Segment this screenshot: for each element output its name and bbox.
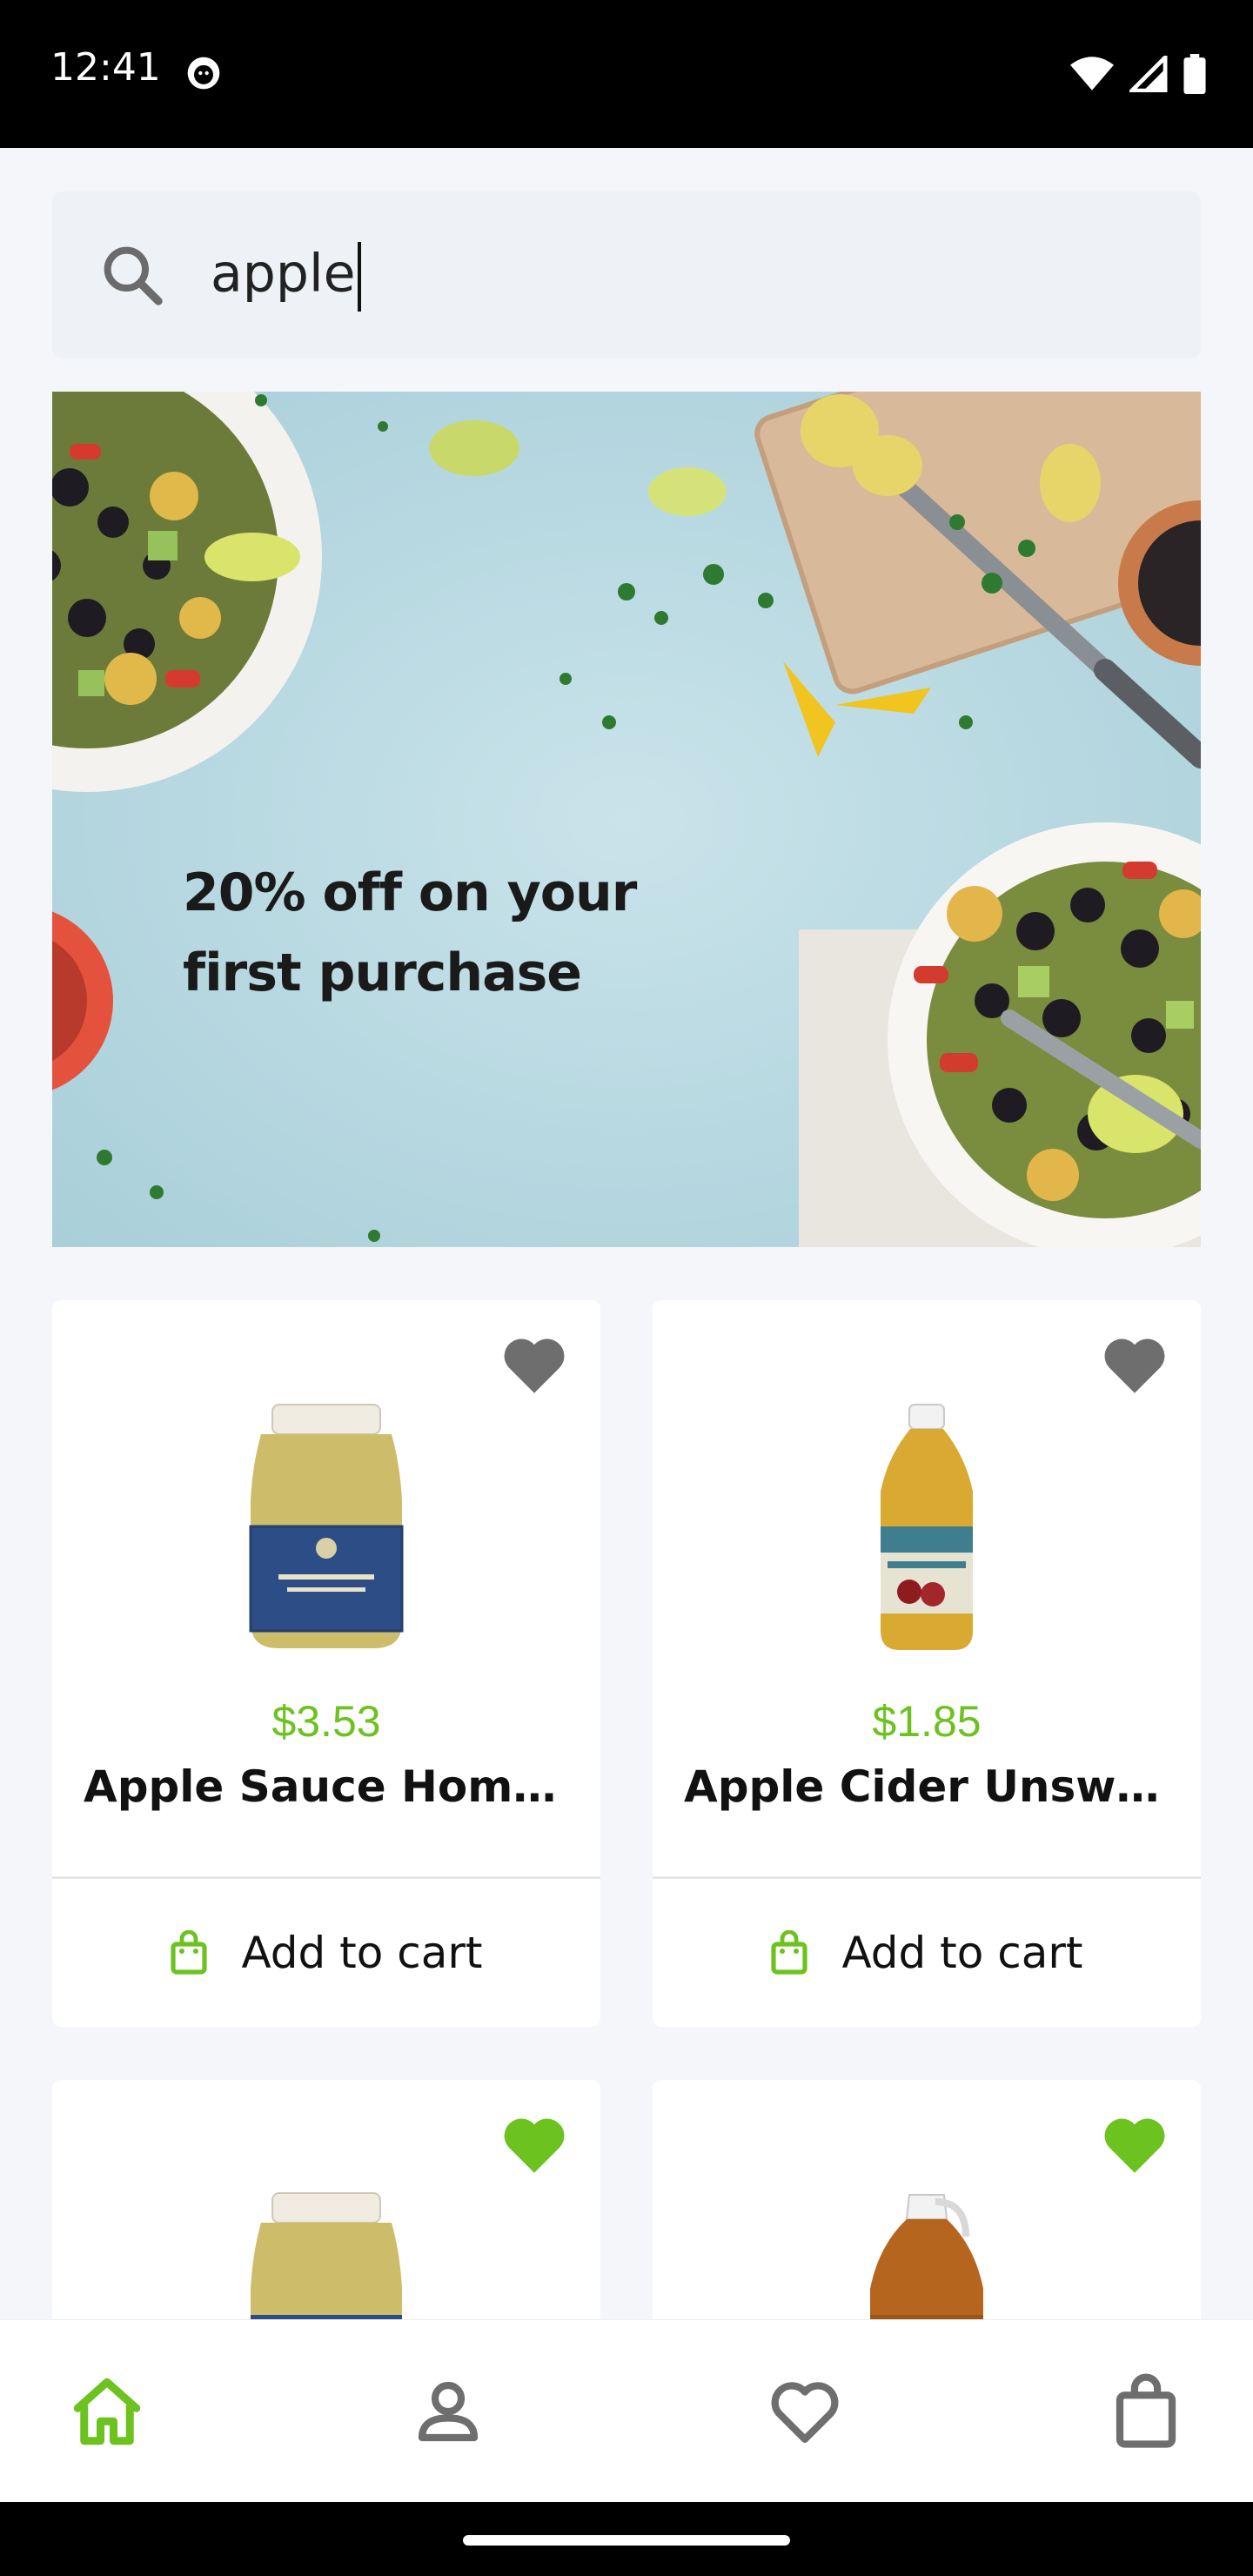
home-icon[interactable] xyxy=(68,2372,146,2451)
battery-icon xyxy=(1183,54,1206,94)
add-to-cart-button[interactable]: Add to cart xyxy=(52,1879,600,2027)
app-notification-icon xyxy=(187,57,220,90)
product-name[interactable]: Apple Cider Unsweet… xyxy=(684,1761,1169,1812)
banner-line-1: 20% off on your xyxy=(183,862,637,923)
signal-icon xyxy=(1129,56,1168,92)
bottom-navigation xyxy=(0,2319,1253,2503)
product-price: $1.85 xyxy=(872,1697,982,1746)
favorite-heart-icon[interactable] xyxy=(1100,2113,1169,2176)
add-to-cart-button[interactable]: Add to cart xyxy=(653,1879,1201,2027)
product-image xyxy=(881,1404,973,1650)
text-caret xyxy=(357,242,361,312)
shopping-bag-icon[interactable] xyxy=(1107,2372,1185,2451)
add-to-cart-label: Add to cart xyxy=(841,1928,1083,1978)
system-gesture-bar xyxy=(0,2502,1253,2576)
shopping-bag-icon xyxy=(771,1930,808,1975)
product-price: $3.53 xyxy=(271,1697,381,1746)
banner-line-2: first purchase xyxy=(183,943,582,1003)
status-time: 12:41 xyxy=(50,45,161,90)
search-icon xyxy=(104,246,163,305)
wifi-icon xyxy=(1070,57,1114,91)
product-name[interactable]: Apple Sauce Homest… xyxy=(84,1761,569,1812)
product-card[interactable]: $1.85 Apple Cider Unsweet… Add to cart xyxy=(653,1300,1201,2027)
home-gesture-handle[interactable] xyxy=(463,2535,790,2546)
favorite-heart-icon[interactable] xyxy=(499,2113,569,2176)
add-to-cart-label: Add to cart xyxy=(241,1928,483,1978)
banner-headline: 20% off on your first purchase xyxy=(183,853,637,1013)
search-input[interactable]: apple xyxy=(211,242,361,312)
product-card[interactable]: $3.53 Apple Sauce Homest… Add to cart xyxy=(52,1300,600,2027)
status-bar: 12:41 xyxy=(0,0,1253,148)
heart-icon[interactable] xyxy=(766,2372,844,2451)
banner-food-image xyxy=(52,392,1201,1247)
product-image xyxy=(249,1404,404,1648)
search-input-value: apple xyxy=(211,243,356,305)
profile-icon[interactable] xyxy=(409,2372,487,2451)
promo-banner[interactable]: 20% off on your first purchase xyxy=(52,392,1201,1247)
favorite-heart-icon[interactable] xyxy=(499,1333,569,1396)
search-bar[interactable]: apple xyxy=(52,191,1201,359)
shopping-bag-icon xyxy=(171,1930,208,1975)
favorite-heart-icon[interactable] xyxy=(1100,1333,1169,1396)
